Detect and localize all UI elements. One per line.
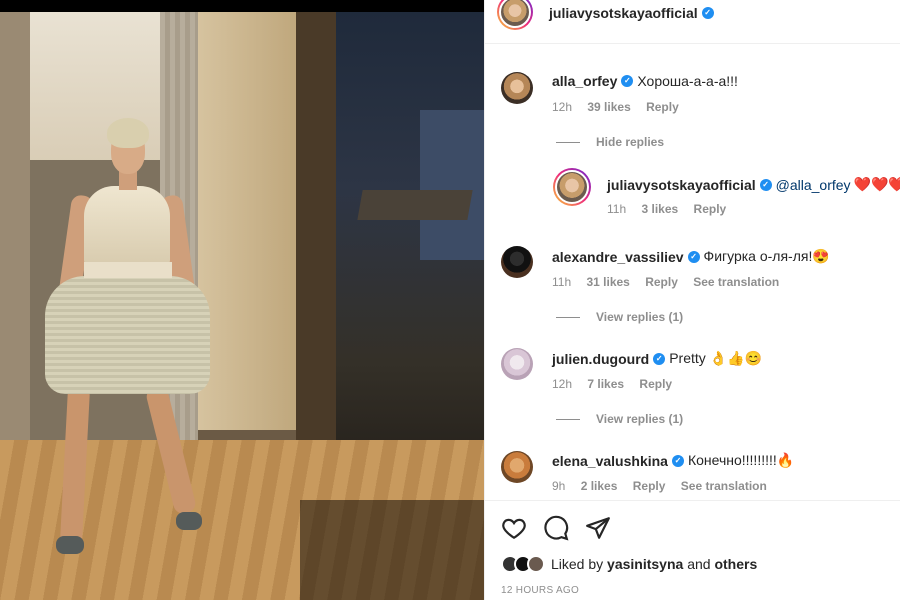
liked-by-prefix: Liked by (551, 556, 604, 572)
comment-meta: 11h 31 likes Reply See translation (552, 275, 791, 289)
verified-icon: ✓ (759, 178, 772, 191)
comment-text: Хороша-а-а-а!!! (637, 73, 738, 89)
view-replies-button[interactable]: View replies (1) (556, 412, 683, 426)
commenter-avatar[interactable] (501, 451, 533, 483)
comment-time: 12h (552, 100, 573, 114)
photo-outside-view (336, 12, 484, 512)
verified-icon: ✓ (701, 7, 714, 19)
replies-toggle-label: View replies (1) (596, 310, 684, 324)
comment-likes[interactable]: 2 likes (581, 479, 618, 493)
replies-toggle-label: View replies (1) (596, 412, 684, 426)
comment-line: alexandre_vassiliev ✓ Фигурка о-ля-ля!😍 (552, 248, 830, 265)
photo-wall (0, 12, 30, 452)
comment-line: elena_valushkina ✓ Конечно!!!!!!!!!🔥 (552, 452, 794, 469)
figure-dress-top (84, 186, 170, 266)
comment-icon[interactable] (543, 515, 569, 546)
comment-time: 11h (552, 275, 572, 289)
comment-likes[interactable]: 3 likes (641, 202, 678, 216)
action-bar (501, 515, 611, 546)
liker-avatar (527, 555, 545, 573)
commenter-avatar[interactable] (501, 348, 533, 380)
comment-time: 9h (552, 479, 566, 493)
commenter-avatar[interactable] (501, 72, 533, 104)
comment-text: ❤️❤️❤️ (853, 176, 900, 192)
comment-username[interactable]: alla_orfey (552, 73, 617, 89)
photo-building (420, 110, 484, 260)
liked-by-avatars[interactable] (501, 555, 545, 573)
commenter-avatar-image (555, 170, 589, 204)
comment-mention[interactable]: @alla_orfey (776, 177, 851, 193)
comment-username[interactable]: julien.dugourd (552, 351, 649, 367)
liked-by-user[interactable]: yasinitsyna (607, 556, 683, 572)
post-photo[interactable] (0, 0, 484, 600)
reply-button[interactable]: Reply (633, 479, 666, 493)
replies-toggle-label: Hide replies (596, 135, 665, 149)
comment-meta: 12h 7 likes Reply (552, 377, 684, 391)
comment-username[interactable]: alexandre_vassiliev (552, 249, 684, 265)
comment-time: 11h (607, 202, 627, 216)
replies-line (556, 418, 580, 420)
commenter-avatar[interactable] (501, 246, 533, 278)
photo-umbrella (357, 190, 473, 220)
heart-icon[interactable] (501, 515, 527, 546)
replies-line (556, 141, 580, 143)
author-username[interactable]: juliavysotskayaofficial (549, 5, 698, 21)
post-footer: Liked by yasinitsyna and others 12 HOURS… (485, 500, 900, 600)
figure-shoe (56, 536, 84, 554)
comment-likes[interactable]: 7 likes (587, 377, 624, 391)
comment-meta: 12h 39 likes Reply (552, 100, 691, 114)
author-avatar[interactable] (497, 0, 533, 30)
comment-meta: 9h 2 likes Reply See translation (552, 479, 779, 493)
comment-likes[interactable]: 39 likes (587, 100, 630, 114)
comment-line: alla_orfey ✓ Хороша-а-а-а!!! (552, 73, 738, 89)
see-translation-button[interactable]: See translation (681, 479, 767, 493)
post-header: juliavysotskayaofficial ✓ (485, 0, 900, 44)
comment-username[interactable]: juliavysotskayaofficial (607, 177, 756, 193)
photo-column (198, 12, 298, 452)
figure-hair (107, 118, 149, 148)
figure-shoe (176, 512, 202, 530)
author-avatar-image (499, 0, 531, 28)
photo-door-frame (296, 12, 336, 512)
comments-panel: juliavysotskayaofficial ✓ alla_orfey ✓ Х… (484, 0, 900, 600)
post-timestamp[interactable]: 12 HOURS AGO (501, 585, 579, 596)
photo-floor-shadow (300, 500, 484, 600)
comment-time: 12h (552, 377, 573, 391)
liked-by-and: and (687, 556, 711, 572)
figure-belt (84, 262, 172, 278)
share-icon[interactable] (585, 515, 611, 546)
reply-button[interactable]: Reply (694, 202, 727, 216)
photo-top-bar (0, 0, 484, 12)
reply-button[interactable]: Reply (645, 275, 678, 289)
see-translation-button[interactable]: See translation (693, 275, 779, 289)
replies-line (556, 316, 580, 318)
reply-button[interactable]: Reply (646, 100, 679, 114)
comment-line: juliavysotskayaofficial ✓ @alla_orfey ❤️… (607, 176, 900, 193)
comment-text: Фигурка о-ля-ля!😍 (703, 248, 830, 264)
author-name-row: juliavysotskayaofficial ✓ (549, 5, 714, 21)
verified-icon: ✓ (621, 75, 634, 87)
verified-icon: ✓ (671, 454, 684, 467)
comment-meta: 11h 3 likes Reply (607, 202, 738, 216)
liked-by-others[interactable]: others (714, 556, 757, 572)
commenter-avatar[interactable] (553, 168, 591, 206)
view-replies-button[interactable]: View replies (1) (556, 310, 683, 324)
reply-button[interactable]: Reply (639, 377, 672, 391)
comment-username[interactable]: elena_valushkina (552, 453, 668, 469)
verified-icon: ✓ (687, 250, 700, 263)
comment-line: julien.dugourd ✓ Pretty 👌👍😊 (552, 350, 762, 367)
comment-text: Конечно!!!!!!!!!🔥 (687, 452, 795, 468)
figure-skirt (45, 276, 210, 394)
comment-text: Pretty 👌👍😊 (669, 350, 762, 366)
verified-icon: ✓ (653, 352, 666, 365)
photo-ceiling (30, 12, 170, 162)
liked-by-row: Liked by yasinitsyna and others (501, 555, 757, 573)
hide-replies-button[interactable]: Hide replies (556, 135, 664, 149)
comment-likes[interactable]: 31 likes (586, 275, 629, 289)
